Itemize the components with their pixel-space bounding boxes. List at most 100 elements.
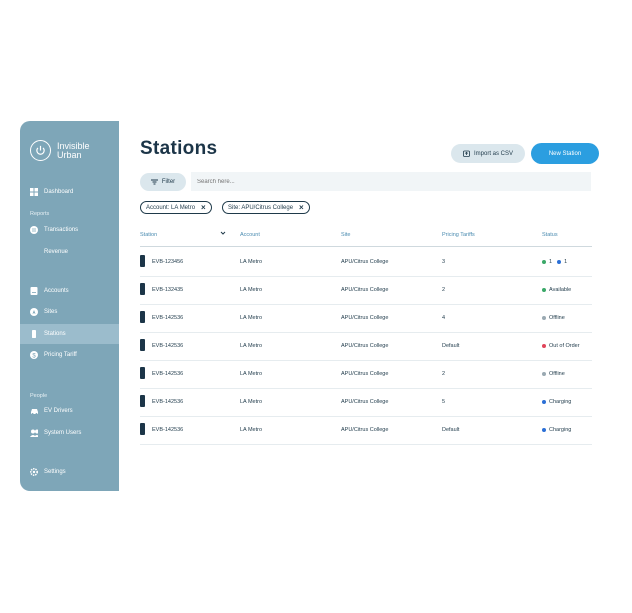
chip-label: Site: APU/Citrus College: [228, 204, 294, 211]
pricing-tariff: Default: [442, 343, 460, 349]
close-icon[interactable]: ×: [299, 203, 304, 212]
site-name: APU/Citrus College: [341, 259, 389, 265]
status-badge: Charging: [542, 399, 571, 405]
sidebar-item-label: Revenue: [44, 249, 69, 255]
car-icon: [30, 407, 38, 415]
site-name: APU/Citrus College: [341, 315, 389, 321]
filter-button[interactable]: Filter: [140, 173, 186, 191]
gear-icon: [30, 468, 38, 476]
site-name: APU/Citrus College: [341, 399, 389, 405]
station-id[interactable]: EVB-142536: [152, 427, 183, 433]
status-badge: Charging: [542, 427, 571, 433]
column-header-station[interactable]: Station: [140, 232, 157, 238]
status-dot: [542, 371, 546, 376]
charging-station-icon: [30, 330, 38, 338]
status-badge: Offline: [542, 315, 565, 321]
table-row[interactable]: EVB-123456 LA Metro APU/Citrus College 3 1 1: [140, 248, 592, 277]
station-id[interactable]: EVB-142536: [152, 371, 183, 377]
chevron-down-icon[interactable]: [220, 230, 226, 238]
sidebar: Invisible Urban Dashboard Reports Transa…: [20, 121, 119, 491]
column-header-status[interactable]: Status: [542, 232, 558, 238]
station-id[interactable]: EVB-142536: [152, 399, 183, 405]
brand-line2: Urban: [57, 149, 82, 160]
status-text: Available: [549, 287, 572, 293]
sidebar-item-label: Transactions: [44, 227, 79, 233]
sidebar-item-transactions[interactable]: Transactions: [20, 220, 119, 240]
site-name: APU/Citrus College: [341, 427, 389, 433]
filter-chip-account[interactable]: Account: LA Metro ×: [140, 201, 212, 214]
sidebar-item-label: Pricing Tariff: [44, 352, 77, 358]
station-id[interactable]: EVB-132435: [152, 287, 183, 293]
sidebar-item-label: Accounts: [44, 288, 69, 294]
status-dot: [542, 259, 546, 264]
sidebar-item-accounts[interactable]: Accounts: [20, 281, 119, 301]
status-dot: [542, 315, 546, 320]
power-icon: [30, 140, 51, 161]
station-id[interactable]: EVB-142536: [152, 315, 183, 321]
pricing-tariff: 5: [442, 399, 446, 405]
column-header-account[interactable]: Account: [240, 232, 260, 238]
sidebar-item-ev-drivers[interactable]: EV Drivers: [20, 401, 119, 421]
filter-label: Filter: [161, 179, 176, 185]
column-header-pricing-tariffs[interactable]: Pricing Tariffs: [442, 232, 475, 238]
site-name: APU/Citrus College: [341, 371, 389, 377]
chip-label: Account: LA Metro: [146, 204, 196, 211]
sidebar-item-stations[interactable]: Stations: [20, 324, 119, 344]
grid-icon: [30, 188, 38, 196]
sidebar-item-sites[interactable]: Sites: [20, 302, 119, 322]
upload-icon: [463, 150, 470, 157]
table-row[interactable]: EVB-142536 LA Metro APU/Citrus College 4 Off…: [140, 304, 592, 333]
new-station-button[interactable]: New Station: [531, 143, 599, 164]
close-icon[interactable]: ×: [201, 203, 206, 212]
status-dot: [542, 427, 546, 432]
status-text: Charging: [549, 399, 572, 405]
charging-station-icon: [140, 283, 145, 295]
pricing-tariff: Default: [442, 427, 460, 433]
status-dot: [542, 399, 546, 404]
sidebar-item-revenue[interactable]: Revenue: [20, 242, 119, 262]
table-row[interactable]: EVB-142536 LA Metro APU/Citrus College 2 Off…: [140, 360, 592, 389]
sidebar-item-label: Sites: [44, 309, 58, 315]
account-name: LA Metro: [240, 371, 263, 377]
charging-station-icon: [140, 311, 145, 323]
charging-station-icon: [140, 395, 145, 407]
import-csv-button[interactable]: Import as CSV: [451, 144, 525, 163]
brand-logo[interactable]: Invisible Urban: [30, 140, 97, 161]
table-row[interactable]: EVB-142536 LA Metro APU/Citrus College Defa…: [140, 332, 592, 361]
section-label-people: People: [30, 393, 48, 399]
sidebar-item-pricing-tariff[interactable]: $ Pricing Tariff: [20, 345, 119, 365]
column-header-site[interactable]: Site: [341, 232, 350, 238]
account-name: LA Metro: [240, 399, 263, 405]
sidebar-item-label: Stations: [44, 331, 66, 337]
status-text: 1: [549, 259, 553, 265]
account-name: LA Metro: [240, 427, 263, 433]
status-text: Charging: [549, 427, 572, 433]
filter-chip-site[interactable]: Site: APU/Citrus College ×: [222, 201, 310, 214]
search-input[interactable]: [191, 172, 591, 191]
sidebar-item-label: EV Drivers: [44, 408, 73, 414]
sidebar-item-label: System Users: [44, 430, 82, 436]
account-name: LA Metro: [240, 343, 263, 349]
station-id[interactable]: EVB-123456: [152, 259, 183, 265]
table-row[interactable]: EVB-142536 LA Metro APU/Citrus College Defa…: [140, 416, 592, 445]
pricing-tariff: 2: [442, 371, 446, 377]
status-dot: [542, 287, 546, 292]
sidebar-item-dashboard[interactable]: Dashboard: [20, 182, 119, 202]
charging-station-icon: [140, 367, 145, 379]
status-badge: Available: [542, 287, 571, 293]
dollar-icon: $: [30, 351, 38, 359]
site-name: APU/Citrus College: [341, 343, 389, 349]
table-row[interactable]: EVB-132435 LA Metro APU/Citrus College 2 Ava…: [140, 276, 592, 305]
site-name: APU/Citrus College: [341, 287, 389, 293]
charging-station-icon: [140, 255, 145, 267]
account-name: LA Metro: [240, 287, 263, 293]
sidebar-item-label: Dashboard: [44, 189, 74, 195]
station-id[interactable]: EVB-142536: [152, 343, 183, 349]
table-header: Station Account Site Pricing Tariffs Sta…: [140, 226, 592, 247]
sidebar-item-settings[interactable]: Settings: [20, 462, 119, 482]
pricing-tariff: 4: [442, 315, 446, 321]
sidebar-item-system-users[interactable]: System Users: [20, 423, 119, 443]
table-row[interactable]: EVB-142536 LA Metro APU/Citrus College 5 Cha…: [140, 388, 592, 417]
location-icon: [30, 308, 38, 316]
pricing-tariff: 2: [442, 287, 446, 293]
